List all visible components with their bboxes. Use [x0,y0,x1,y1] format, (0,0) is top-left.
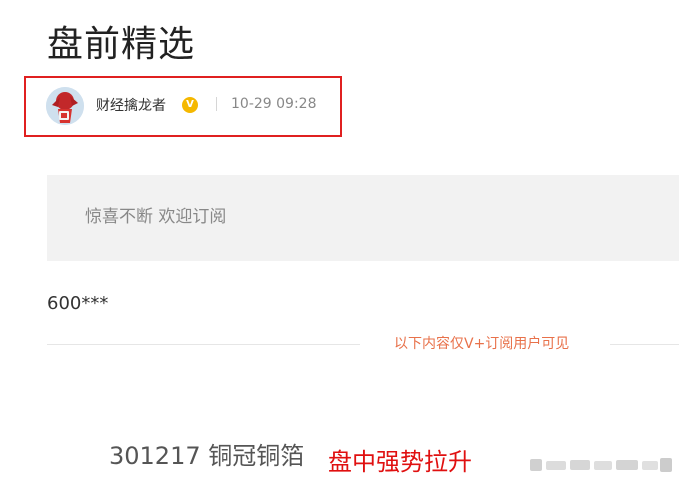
avatar-image [46,87,84,125]
paywall-divider-left [47,344,360,345]
post-timestamp: 10-29 09:28 [231,96,317,112]
article-title: 盘前精选 [47,24,196,65]
stock-code-and-name: 301217 铜冠铜箔 [109,442,305,470]
meta-divider [216,97,217,111]
paywall-divider-right [610,344,679,345]
blurred-watermark [530,458,672,472]
author-avatar[interactable] [46,87,84,125]
stock-status-tag: 盘中强势拉升 [328,448,472,476]
stock-code-masked: 600*** [47,293,109,314]
author-name[interactable]: 财经擒龙者 [96,96,166,116]
paywall-notice: 以下内容仅V+订阅用户可见 [394,336,570,352]
verified-badge-icon: V [182,97,198,113]
promo-text: 惊喜不断 欢迎订阅 [85,207,227,227]
